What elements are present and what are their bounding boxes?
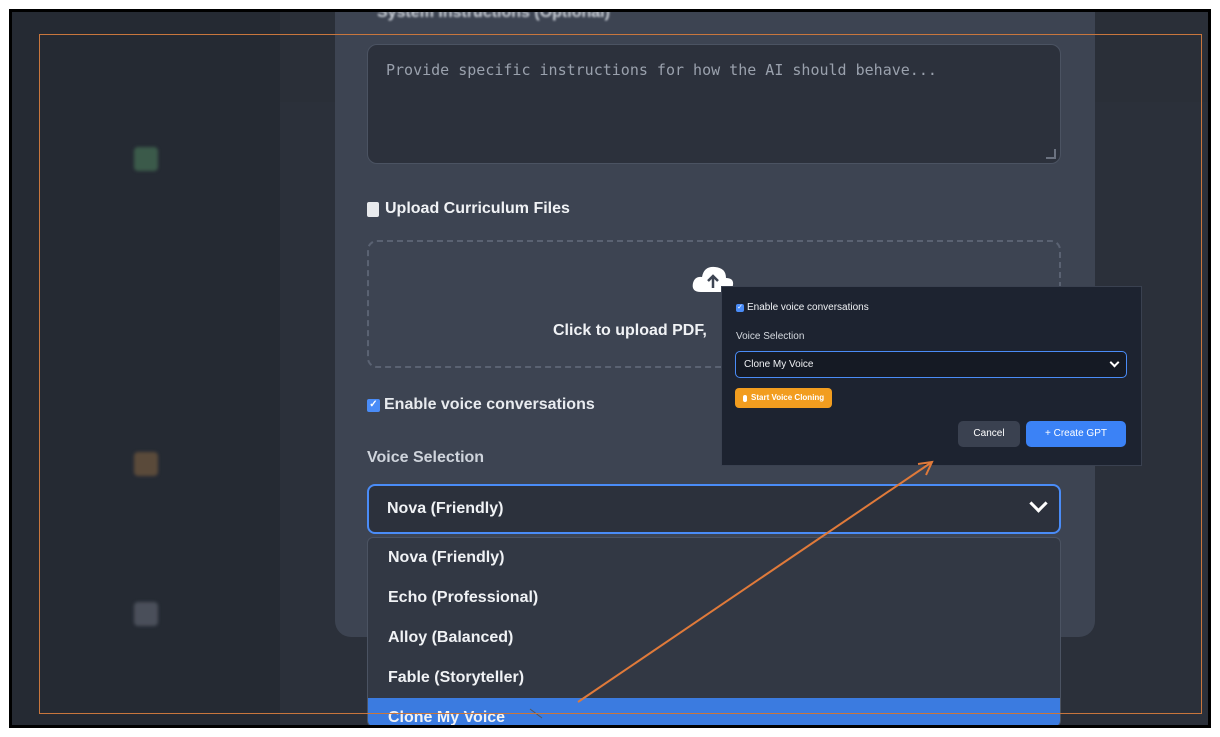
screenshot-frame: System Instructions (Optional) Provide s… [9, 9, 1211, 728]
annotation-arrow [529, 460, 934, 719]
